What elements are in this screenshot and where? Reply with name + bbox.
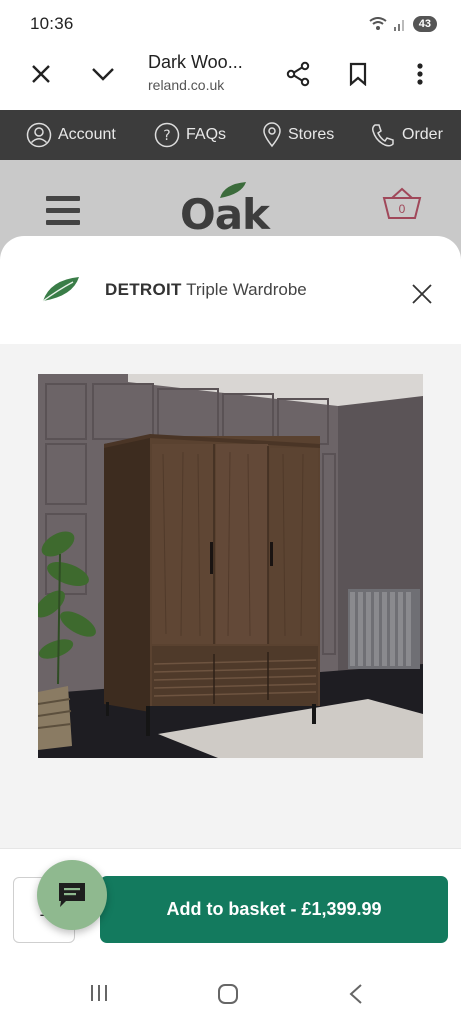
nav-order-label: Order — [402, 126, 443, 143]
location-pin-icon — [263, 122, 281, 148]
status-time: 10:36 — [30, 14, 74, 33]
home-icon — [218, 984, 238, 1004]
nav-account[interactable]: Account — [26, 122, 116, 148]
basket-button[interactable]: 0 — [380, 186, 424, 227]
close-sheet-button[interactable] — [408, 280, 436, 308]
android-nav-bar — [0, 962, 461, 1024]
signal-icon — [393, 20, 404, 31]
add-to-basket-button[interactable]: Add to basket - £1,399.99 — [100, 876, 448, 943]
nav-stores-label: Stores — [288, 126, 335, 143]
bookmark-icon[interactable] — [343, 59, 373, 89]
question-icon: ? — [154, 122, 180, 148]
recent-apps-button[interactable] — [88, 982, 110, 1009]
nav-order[interactable]: Order — [370, 122, 443, 148]
chevron-down-icon[interactable] — [88, 59, 118, 89]
page-title: Dark Woo... — [148, 52, 243, 72]
menu-icon[interactable] — [46, 196, 80, 232]
chat-button[interactable] — [37, 860, 107, 930]
close-icon[interactable] — [26, 59, 56, 89]
nav-account-label: Account — [58, 126, 116, 143]
wardrobe-photo — [38, 374, 423, 758]
nav-stores[interactable]: Stores — [262, 122, 334, 148]
brand-leaf-icon — [42, 277, 79, 302]
product-brand: DETROIT — [105, 280, 182, 299]
status-icons: 43 — [369, 16, 437, 32]
status-bar: 10:36 43 — [0, 0, 461, 48]
site-top-nav: Account ? FAQs Stores Order — [0, 110, 461, 160]
more-vertical-icon[interactable] — [405, 59, 435, 89]
chat-icon — [59, 883, 85, 907]
back-button[interactable] — [346, 982, 366, 1011]
product-title: DETROIT Triple Wardrobe — [105, 280, 307, 300]
sheet-header: DETROIT Triple Wardrobe — [0, 236, 461, 344]
share-icon[interactable] — [283, 59, 313, 89]
nav-faqs[interactable]: ? FAQs — [154, 122, 226, 148]
recent-apps-icon — [91, 985, 107, 1001]
product-image-area — [0, 344, 461, 849]
svg-text:?: ? — [163, 128, 170, 144]
site-logo[interactable]: Oak — [180, 190, 270, 239]
basket-icon: 0 — [382, 187, 422, 219]
phone-icon — [372, 124, 394, 147]
product-image[interactable] — [38, 374, 423, 758]
browser-toolbar: Dark Woo... reland.co.uk — [0, 48, 461, 110]
wifi-icon — [369, 17, 387, 30]
battery-indicator: 43 — [412, 16, 437, 32]
tab-info[interactable]: Dark Woo... reland.co.uk — [148, 52, 266, 93]
user-icon — [26, 122, 52, 148]
close-icon — [412, 284, 432, 304]
back-icon — [349, 984, 362, 1004]
basket-count: 0 — [399, 202, 406, 216]
page-url: reland.co.uk — [148, 77, 225, 93]
home-button[interactable] — [216, 982, 240, 1011]
nav-faqs-label: FAQs — [186, 126, 227, 143]
product-name: Triple Wardrobe — [186, 280, 307, 299]
